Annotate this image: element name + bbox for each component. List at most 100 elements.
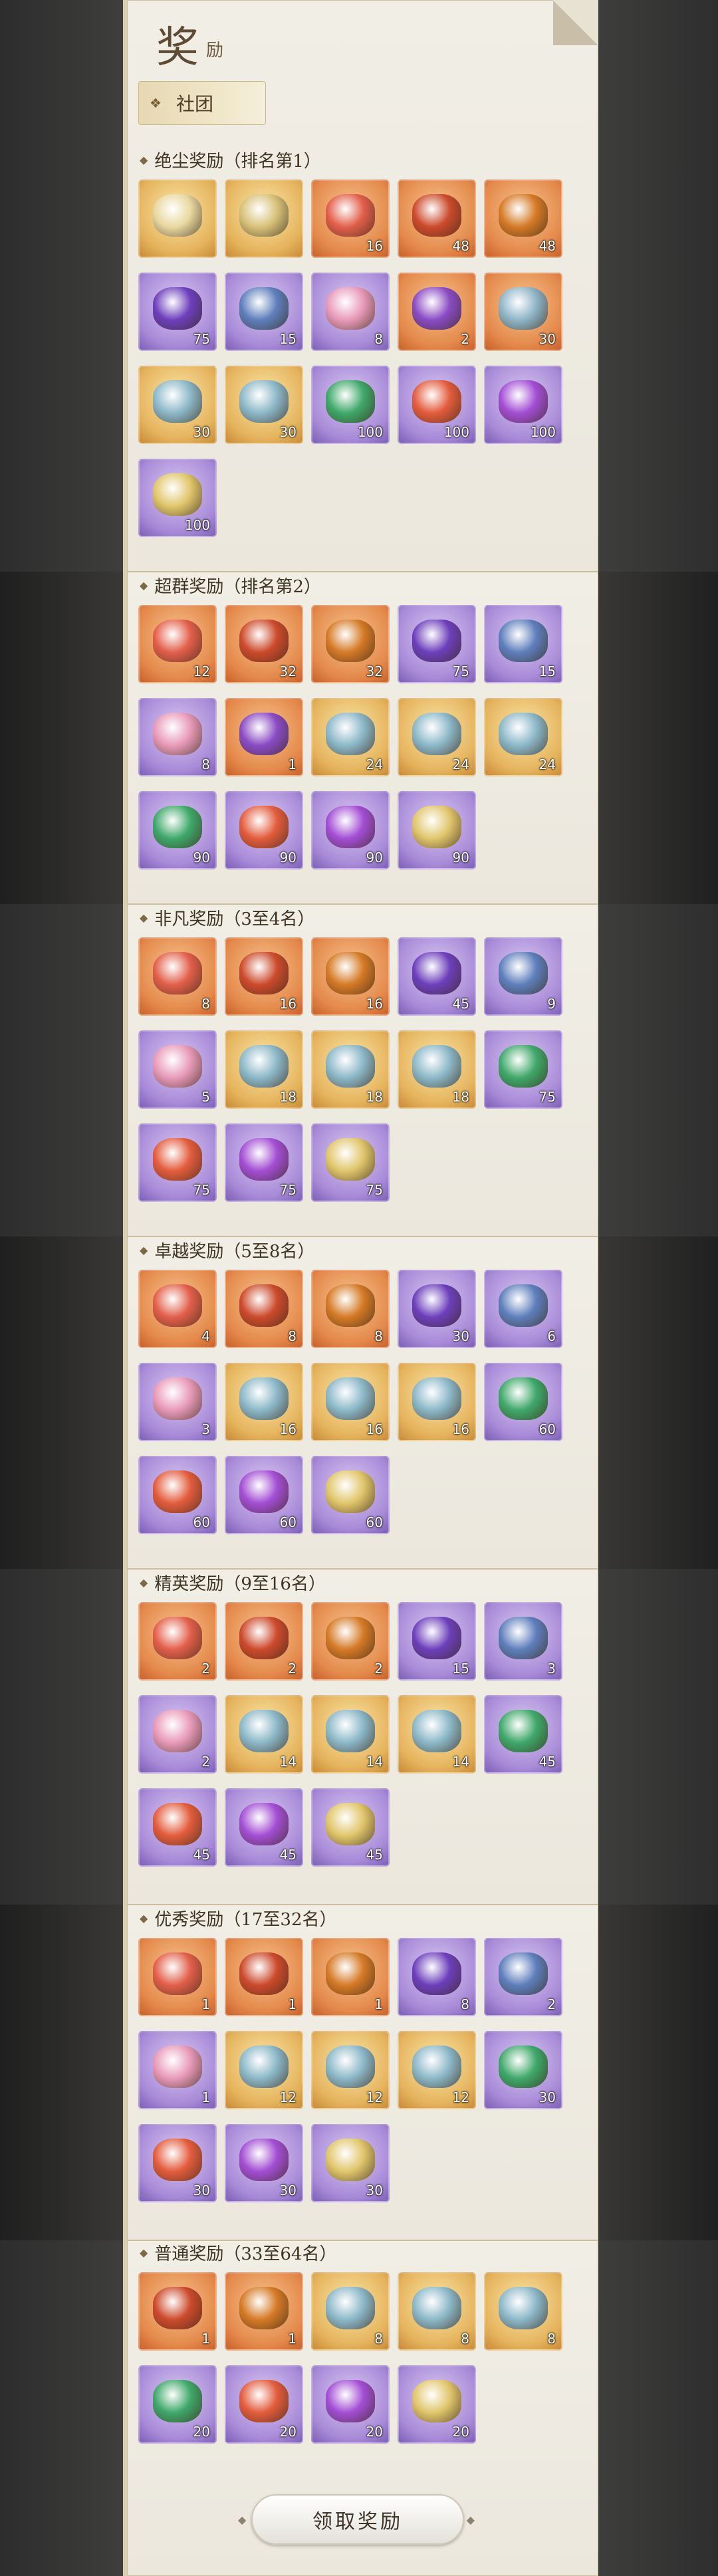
reward-item[interactable]: 1 [225, 1938, 303, 2016]
reward-item[interactable]: 75 [138, 273, 217, 351]
reward-item[interactable]: 90 [225, 791, 303, 870]
claim-reward-button[interactable]: ◆ 领取奖励 ◆ [238, 2494, 475, 2545]
reward-item[interactable]: 8 [138, 698, 217, 776]
reward-item[interactable]: 30 [484, 273, 562, 351]
reward-item[interactable]: 16 [311, 1363, 390, 1441]
reward-item[interactable]: 16 [398, 1363, 476, 1441]
reward-item[interactable]: 75 [225, 1123, 303, 1202]
reward-item[interactable]: 100 [398, 366, 476, 444]
reward-item[interactable]: 15 [225, 273, 303, 351]
reward-item[interactable]: 2 [225, 1602, 303, 1681]
reward-item[interactable]: 6 [484, 1270, 562, 1348]
reward-item[interactable]: 30 [138, 2124, 217, 2202]
reward-item-icon [239, 380, 289, 423]
reward-item[interactable]: 32 [225, 605, 303, 683]
reward-item[interactable]: 20 [225, 2365, 303, 2444]
reward-item[interactable]: 90 [398, 791, 476, 870]
reward-item[interactable]: 20 [398, 2365, 476, 2444]
reward-item[interactable]: 1 [138, 2272, 217, 2351]
reward-item[interactable]: 45 [484, 1695, 562, 1774]
reward-item[interactable]: 30 [484, 2031, 562, 2109]
reward-item[interactable]: 16 [225, 937, 303, 1016]
reward-item[interactable]: 75 [138, 1123, 217, 1202]
reward-item[interactable]: 1 [311, 1938, 390, 2016]
reward-item[interactable]: 4 [138, 1270, 217, 1348]
reward-item[interactable]: 90 [138, 791, 217, 870]
reward-item[interactable]: 45 [311, 1788, 390, 1867]
reward-item[interactable]: 15 [398, 1602, 476, 1681]
reward-item[interactable]: 24 [398, 698, 476, 776]
reward-item[interactable]: 30 [225, 366, 303, 444]
reward-item[interactable]: 12 [225, 2031, 303, 2109]
reward-item[interactable]: 16 [311, 937, 390, 1016]
reward-item[interactable]: 48 [398, 179, 476, 258]
reward-item[interactable]: 8 [484, 2272, 562, 2351]
reward-item[interactable]: 16 [225, 1363, 303, 1441]
reward-item[interactable]: 100 [311, 366, 390, 444]
reward-item[interactable]: 75 [484, 1030, 562, 1109]
reward-item[interactable]: 60 [138, 1456, 217, 1534]
reward-item[interactable]: 60 [484, 1363, 562, 1441]
reward-item[interactable]: 18 [311, 1030, 390, 1109]
reward-item[interactable]: 2 [311, 1602, 390, 1681]
reward-item[interactable]: 8 [138, 937, 217, 1016]
reward-item-count: 45 [538, 1754, 556, 1770]
reward-item[interactable]: 45 [398, 937, 476, 1016]
reward-item[interactable]: 24 [484, 698, 562, 776]
reward-item[interactable]: 30 [138, 366, 217, 444]
reward-item[interactable]: 16 [311, 179, 390, 258]
reward-item-icon [326, 1617, 375, 1660]
reward-item[interactable]: 100 [138, 459, 217, 537]
reward-item[interactable]: 90 [311, 791, 390, 870]
reward-item-icon [499, 2287, 548, 2330]
reward-item[interactable]: 100 [484, 366, 562, 444]
reward-item[interactable]: 2 [138, 1602, 217, 1681]
tab-club[interactable]: ❖ 社团 [138, 81, 266, 125]
reward-item[interactable]: 14 [225, 1695, 303, 1774]
reward-item[interactable]: 14 [311, 1695, 390, 1774]
reward-item[interactable]: 30 [398, 1270, 476, 1348]
reward-item[interactable]: 15 [484, 605, 562, 683]
reward-item[interactable]: 5 [138, 1030, 217, 1109]
reward-item[interactable]: 14 [398, 1695, 476, 1774]
reward-item[interactable]: 1 [138, 1938, 217, 2016]
reward-item[interactable]: 1 [225, 2272, 303, 2351]
reward-item[interactable]: 48 [484, 179, 562, 258]
reward-item[interactable]: 12 [311, 2031, 390, 2109]
reward-item[interactable] [225, 179, 303, 258]
reward-item[interactable]: 2 [398, 273, 476, 351]
reward-item-icon [412, 2046, 461, 2089]
reward-item[interactable]: 1 [225, 698, 303, 776]
reward-item[interactable]: 20 [138, 2365, 217, 2444]
reward-item[interactable]: 8 [225, 1270, 303, 1348]
reward-item[interactable]: 45 [138, 1788, 217, 1867]
reward-item[interactable]: 9 [484, 937, 562, 1016]
reward-item[interactable]: 2 [138, 1695, 217, 1774]
reward-item[interactable]: 8 [311, 273, 390, 351]
reward-item[interactable]: 18 [398, 1030, 476, 1109]
reward-item[interactable]: 75 [398, 605, 476, 683]
reward-item-count: 20 [279, 2424, 297, 2440]
reward-item[interactable] [138, 179, 217, 258]
reward-item[interactable]: 3 [484, 1602, 562, 1681]
reward-item[interactable]: 8 [311, 1270, 390, 1348]
reward-item[interactable]: 12 [398, 2031, 476, 2109]
reward-item[interactable]: 30 [311, 2124, 390, 2202]
reward-item[interactable]: 8 [398, 1938, 476, 2016]
reward-item[interactable]: 24 [311, 698, 390, 776]
reward-item[interactable]: 8 [311, 2272, 390, 2351]
reward-item[interactable]: 75 [311, 1123, 390, 1202]
reward-item[interactable]: 20 [311, 2365, 390, 2444]
reward-item[interactable]: 18 [225, 1030, 303, 1109]
reward-item[interactable]: 2 [484, 1938, 562, 2016]
reward-item[interactable]: 12 [138, 605, 217, 683]
reward-item[interactable]: 3 [138, 1363, 217, 1441]
reward-item[interactable]: 1 [138, 2031, 217, 2109]
reward-item[interactable]: 60 [225, 1456, 303, 1534]
reward-item[interactable]: 8 [398, 2272, 476, 2351]
reward-item[interactable]: 60 [311, 1456, 390, 1534]
reward-item[interactable]: 30 [225, 2124, 303, 2202]
reward-item-icon [326, 1470, 375, 1514]
reward-item[interactable]: 32 [311, 605, 390, 683]
reward-item[interactable]: 45 [225, 1788, 303, 1867]
